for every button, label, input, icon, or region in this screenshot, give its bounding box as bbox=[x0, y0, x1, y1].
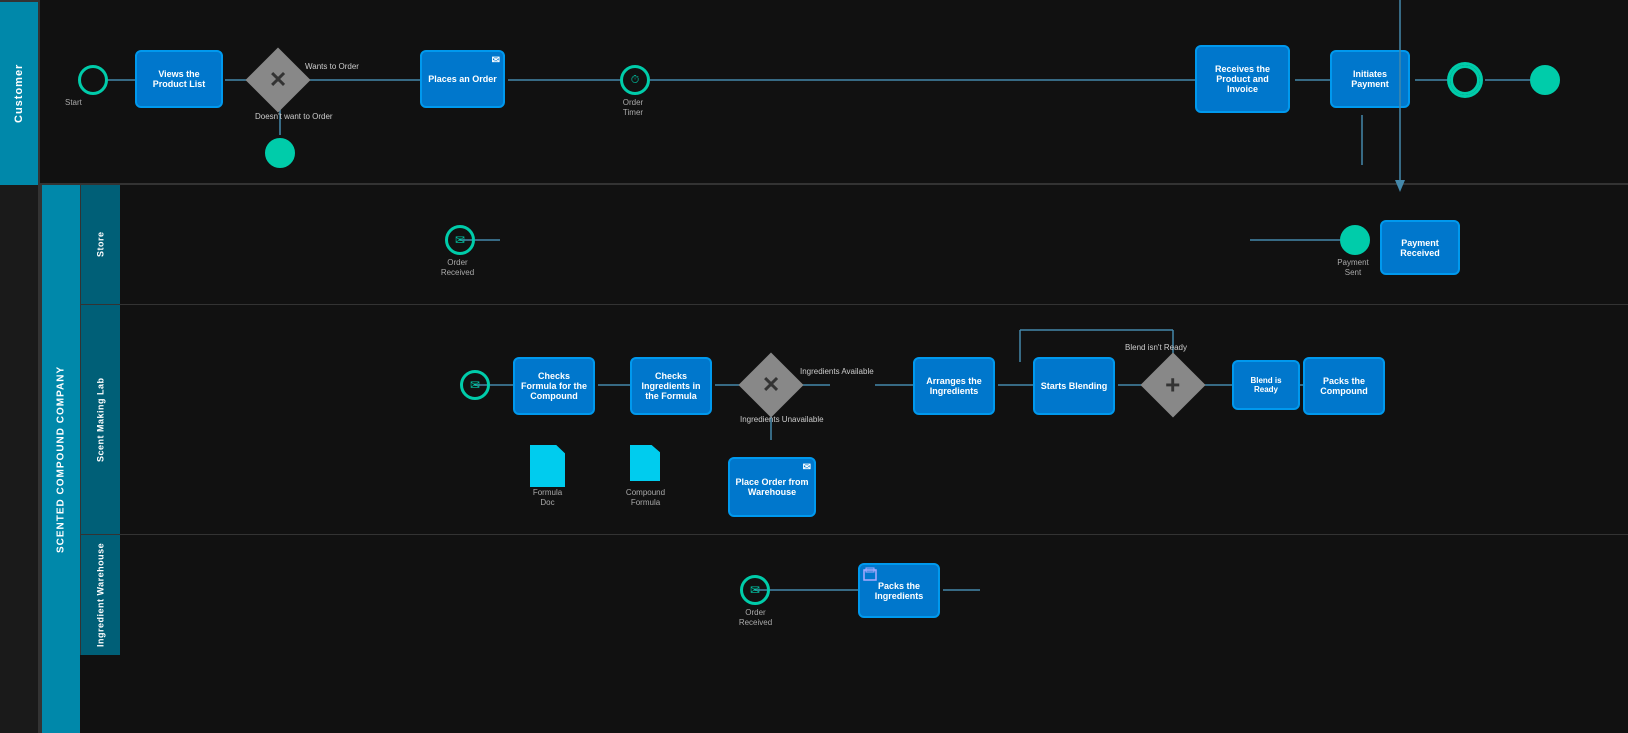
store-content: ✉ OrderReceived PaymentSent Payment Rece… bbox=[120, 185, 1628, 304]
packs-compound-task[interactable]: Packs the Compound bbox=[1303, 357, 1385, 415]
sub-lanes: Store ✉ OrderReceived bbox=[80, 185, 1628, 733]
payment-intermediate-event bbox=[1450, 65, 1480, 95]
payment-received-task[interactable]: Payment Received bbox=[1380, 220, 1460, 275]
scent-lab-content: ✉ Checks Formula for the Compound Checks… bbox=[120, 305, 1628, 534]
company-lane-label: SCENTED COMPOUND COMPANY bbox=[40, 185, 80, 733]
order-timer-label: OrderTimer bbox=[608, 98, 658, 117]
blend-isnt-ready-label: Blend isn't Ready bbox=[1125, 343, 1187, 352]
wants-to-order-gateway[interactable]: ✕ bbox=[245, 47, 310, 112]
scent-lab-label: Scent Making Lab bbox=[80, 305, 120, 534]
place-order-warehouse-task[interactable]: ✉ Place Order from Warehouse bbox=[728, 457, 816, 517]
customer-start-label: Start bbox=[65, 98, 82, 108]
checks-formula-task[interactable]: Checks Formula for the Compound bbox=[513, 357, 595, 415]
formula-doc-1-label: FormulaDoc bbox=[520, 488, 575, 507]
customer-lane: Start Views the Product List ✕ Wants to … bbox=[40, 0, 1628, 185]
customer-end-event bbox=[1530, 65, 1560, 95]
places-order-task[interactable]: ✉ Places an Order bbox=[420, 50, 505, 108]
wants-to-order-label: Wants to Order bbox=[305, 62, 359, 71]
lane-labels: Customer bbox=[0, 0, 40, 733]
company-block: SCENTED COMPOUND COMPANY Store bbox=[40, 185, 1628, 733]
ingredients-available-label: Ingredients Available bbox=[800, 367, 874, 376]
doesnt-want-label: Doesn't want to Order bbox=[255, 112, 333, 121]
ingredient-warehouse-label: Ingredient Warehouse bbox=[80, 535, 120, 655]
scent-lab-arrows bbox=[120, 305, 1628, 534]
top-lanes: Start Views the Product List ✕ Wants to … bbox=[40, 0, 1628, 733]
store-msg-event: ✉ bbox=[445, 225, 475, 255]
checks-ingredients-task[interactable]: Checks Ingredients in the Formula bbox=[630, 357, 712, 415]
ingredient-warehouse-lane: Ingredient Warehouse ✉ Ord bbox=[80, 535, 1628, 655]
customer-lane-label: Customer bbox=[0, 0, 38, 185]
formula-doc-2 bbox=[630, 445, 660, 481]
receives-product-task[interactable]: Receives the Product and Invoice bbox=[1195, 45, 1290, 113]
doesnt-want-end bbox=[265, 138, 295, 168]
ingredient-warehouse-content: ✉ OrderReceived Packs the Ingredients bbox=[120, 535, 1628, 655]
store-msg-label: OrderReceived bbox=[430, 258, 485, 277]
store-lane-label: Store bbox=[80, 185, 120, 304]
views-product-list-task[interactable]: Views the Product List bbox=[135, 50, 223, 108]
packs-ingredients-task[interactable]: Packs the Ingredients bbox=[858, 563, 940, 618]
formula-doc-2-label: CompoundFormula bbox=[618, 488, 673, 507]
lab-msg-event: ✉ bbox=[460, 370, 490, 400]
blend-ready-gateway[interactable]: + bbox=[1140, 352, 1205, 417]
scent-lab-lane: Scent Making Lab bbox=[80, 305, 1628, 535]
warehouse-msg-label: OrderReceived bbox=[728, 608, 783, 627]
warehouse-msg-event: ✉ bbox=[740, 575, 770, 605]
arranges-ingredients-task[interactable]: Arranges the Ingredients bbox=[913, 357, 995, 415]
ingredients-unavailable-label: Ingredients Unavailable bbox=[740, 415, 824, 424]
customer-start-event bbox=[78, 65, 108, 95]
blend-ready-task[interactable]: Blend is Ready bbox=[1232, 360, 1300, 410]
initiates-payment-task[interactable]: Initiates Payment bbox=[1330, 50, 1410, 108]
ingredients-gateway[interactable]: ✕ bbox=[738, 352, 803, 417]
starts-blending-task[interactable]: Starts Blending bbox=[1033, 357, 1115, 415]
store-end-event bbox=[1340, 225, 1370, 255]
store-end-label: PaymentSent bbox=[1328, 258, 1378, 277]
formula-doc-1 bbox=[530, 445, 565, 487]
order-timer-event: ⏱ bbox=[620, 65, 650, 95]
store-lane: Store ✉ OrderReceived bbox=[80, 185, 1628, 305]
diagram-container: Customer bbox=[0, 0, 1628, 733]
